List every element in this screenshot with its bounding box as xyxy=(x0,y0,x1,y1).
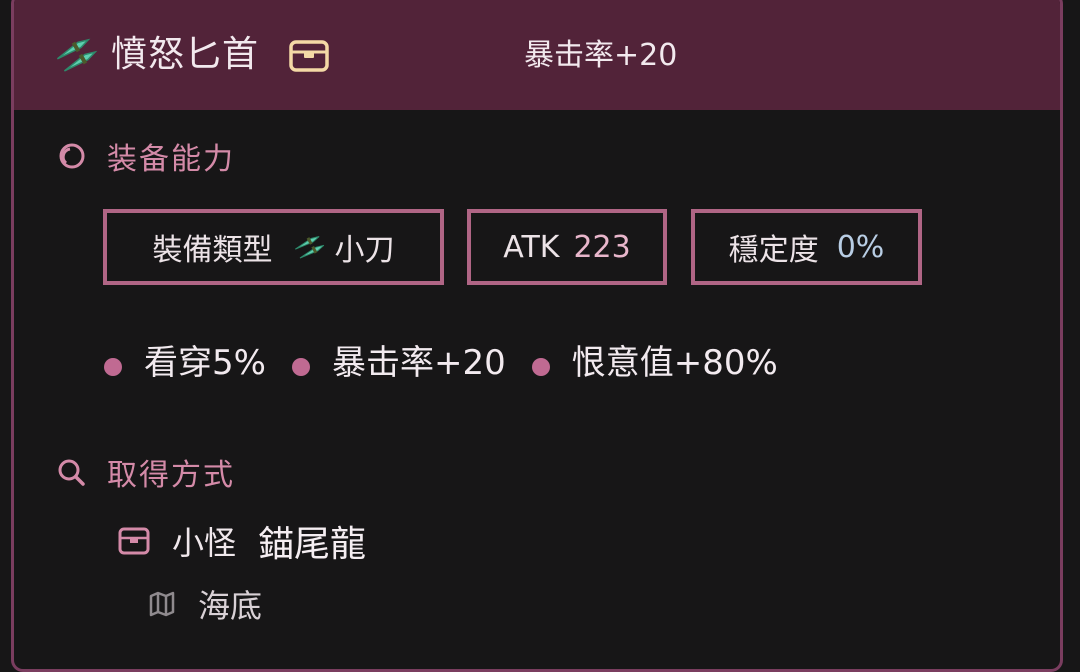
item-header: 憤怒匕首 暴击率+20 xyxy=(14,0,1060,110)
bullet-dot xyxy=(531,357,550,376)
atk-value: 223 xyxy=(573,229,631,265)
bullet-dot xyxy=(104,357,122,376)
type-value: 小刀 xyxy=(334,233,395,268)
equipment-type-box: 裝備類型 小刀 xyxy=(103,209,444,285)
source-entry[interactable]: 小怪 錨尾龍 xyxy=(118,515,366,567)
location-name: 海底 xyxy=(198,587,263,625)
chest-icon xyxy=(118,527,150,555)
stat-item: 恨意值+80% xyxy=(531,335,778,384)
location-entry[interactable]: 海底 xyxy=(148,581,262,627)
bullet-dot xyxy=(291,357,310,376)
ring-icon xyxy=(59,143,85,169)
stat-item: 暴击率+20 xyxy=(291,335,506,384)
stat-text: 看穿5% xyxy=(144,343,266,383)
item-card: 憤怒匕首 暴击率+20 装备能力 裝備類型 小刀 ATK 223 穩定度 0% … xyxy=(11,0,1063,672)
source-name[interactable]: 錨尾龍 xyxy=(258,515,366,567)
stat-text: 暴击率+20 xyxy=(331,343,506,383)
source-type: 小怪 xyxy=(172,524,237,562)
search-icon xyxy=(58,459,85,486)
dagger-icon xyxy=(294,235,324,259)
dagger-icon xyxy=(56,38,98,72)
acquire-section-header: 取得方式 xyxy=(56,450,235,494)
item-title: 憤怒匕首 xyxy=(111,34,260,75)
type-label: 裝備類型 xyxy=(152,233,273,268)
equipment-section-header: 装备能力 xyxy=(56,134,235,178)
atk-label: ATK xyxy=(503,229,560,265)
stability-box: 穩定度 0% xyxy=(691,209,922,285)
stats-list: 看穿5% 暴击率+20 恨意值+80% xyxy=(104,335,804,384)
stability-value: 0% xyxy=(836,229,885,265)
atk-box: ATK 223 xyxy=(467,209,667,285)
stat-item: 看穿5% xyxy=(104,335,266,384)
stability-label: 穩定度 xyxy=(728,233,819,268)
equipment-section-label: 装备能力 xyxy=(107,142,235,177)
stat-text: 恨意值+80% xyxy=(571,343,778,383)
acquire-section-label: 取得方式 xyxy=(107,458,235,493)
header-stat: 暴击率+20 xyxy=(524,38,678,73)
chest-icon xyxy=(289,40,329,72)
map-icon xyxy=(149,591,175,617)
